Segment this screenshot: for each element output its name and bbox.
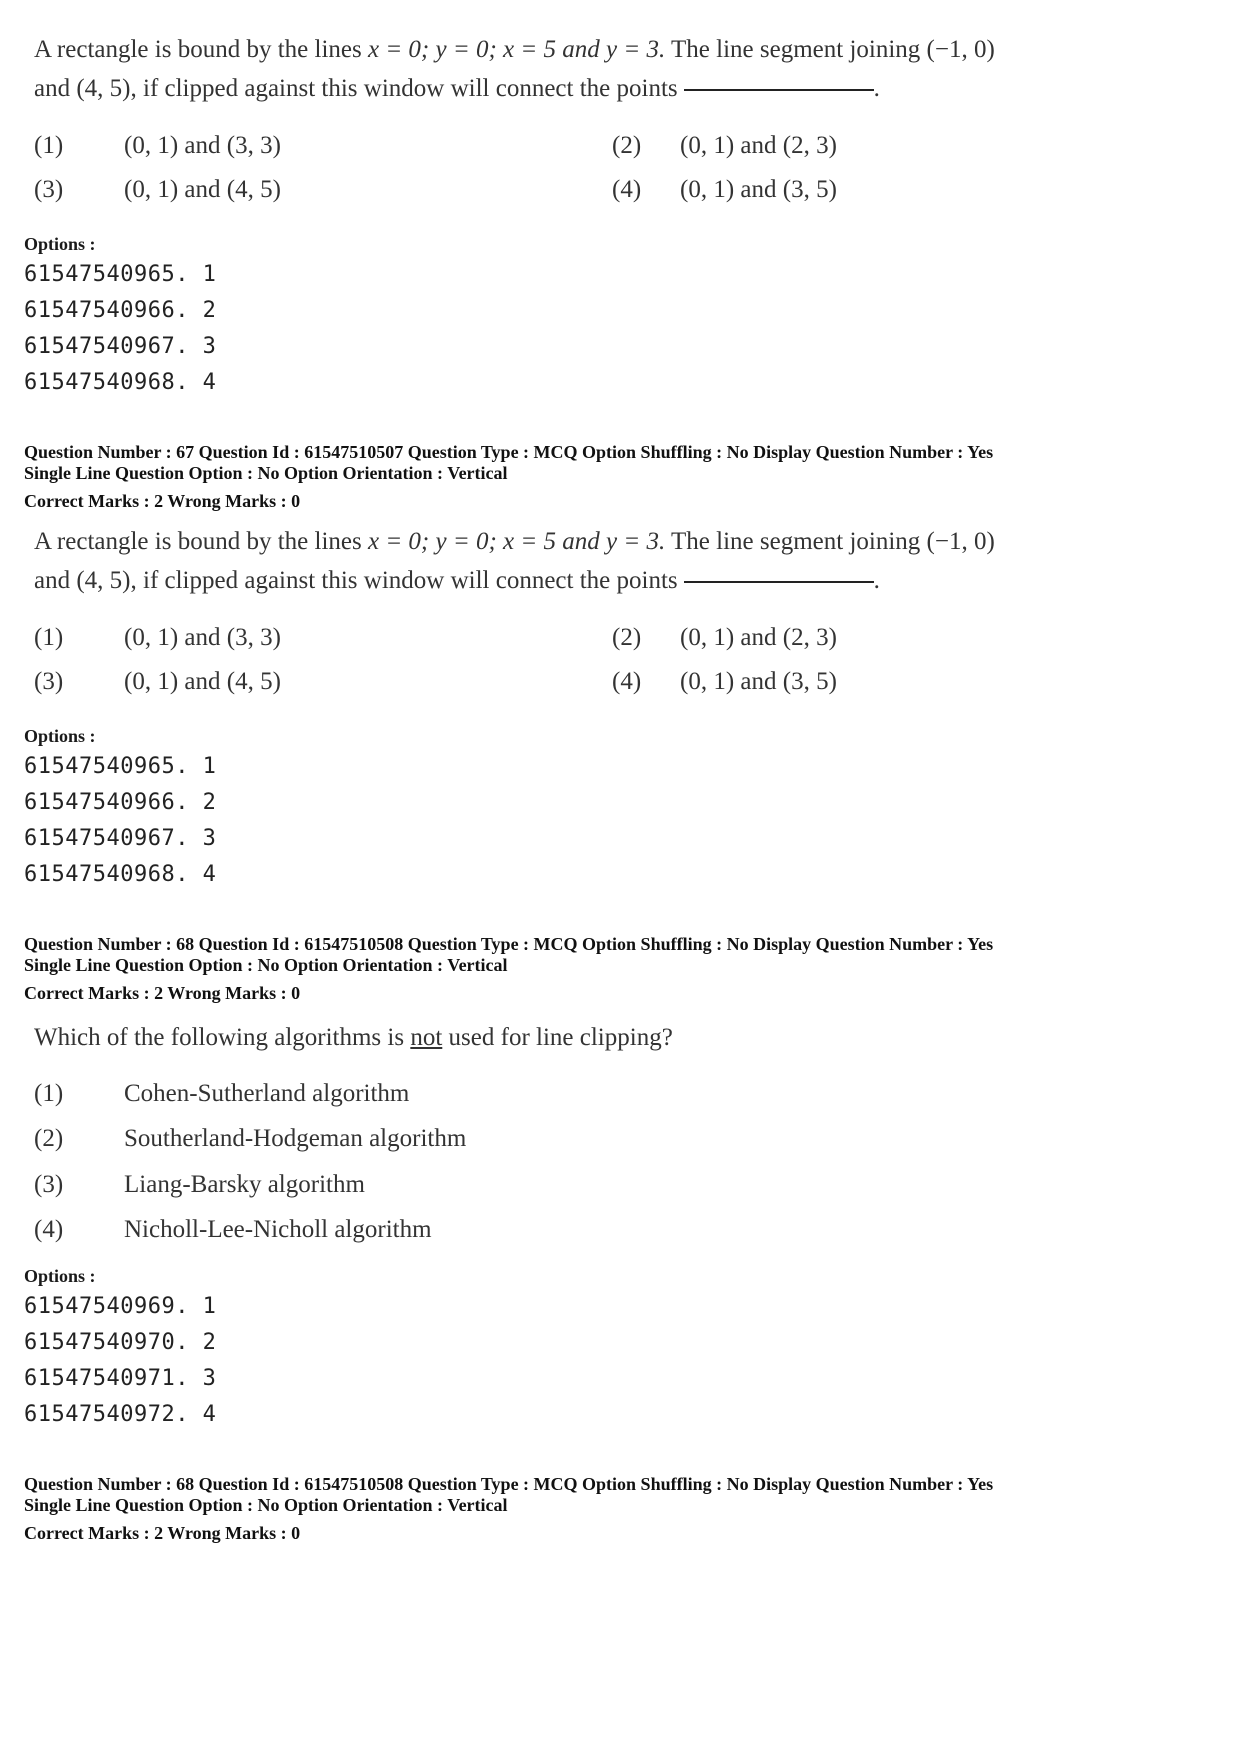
question-marks: Correct Marks : 2 Wrong Marks : 0 <box>24 983 301 1003</box>
choice-2: (2) (0, 1) and (2, 3) <box>612 132 837 159</box>
option-id: 61547540968. 4 <box>24 370 217 395</box>
choice-3: (3) (0, 1) and (4, 5) <box>34 668 281 695</box>
option-id: 61547540968. 4 <box>24 862 217 887</box>
options-label: Options : <box>24 234 96 254</box>
question-marks: Correct Marks : 2 Wrong Marks : 0 <box>24 1523 301 1543</box>
question-text: A rectangle is bound by the lines x = 0;… <box>34 36 995 102</box>
option-id: 61547540972. 4 <box>24 1402 217 1427</box>
choice-2: (2) Southerland-Hodgeman algorithm <box>34 1125 467 1152</box>
choice-3: (3) Liang-Barsky algorithm <box>34 1171 365 1198</box>
option-id: 61547540969. 1 <box>24 1294 217 1319</box>
choice-4: (4) (0, 1) and (3, 5) <box>612 668 837 695</box>
question-marks: Correct Marks : 2 Wrong Marks : 0 <box>24 491 301 511</box>
option-id: 61547540966. 2 <box>24 298 217 323</box>
question-meta-line2: Single Line Question Option : No Option … <box>24 463 508 483</box>
question-meta-line1: Question Number : 67 Question Id : 61547… <box>24 442 994 462</box>
question-meta-line1: Question Number : 68 Question Id : 61547… <box>24 1474 994 1494</box>
question-text: Which of the following algorithms is not… <box>34 1024 673 1051</box>
options-label: Options : <box>24 726 96 746</box>
choice-4: (4) (0, 1) and (3, 5) <box>612 176 837 203</box>
question-text: A rectangle is bound by the lines x = 0;… <box>34 528 995 594</box>
choice-1: (1) Cohen-Sutherland algorithm <box>34 1080 410 1107</box>
options-label: Options : <box>24 1266 96 1286</box>
answer-blank <box>683 89 874 92</box>
choice-3: (3) (0, 1) and (4, 5) <box>34 176 281 203</box>
option-id: 61547540966. 2 <box>24 790 217 815</box>
choice-4: (4) Nicholl-Lee-Nicholl algorithm <box>34 1216 432 1243</box>
option-id: 61547540965. 1 <box>24 262 217 287</box>
option-id: 61547540965. 1 <box>24 754 217 779</box>
choice-1: (1) (0, 1) and (3, 3) <box>34 132 281 159</box>
answer-blank <box>683 581 874 584</box>
option-id: 61547540970. 2 <box>24 1330 217 1355</box>
question-meta-line2: Single Line Question Option : No Option … <box>24 955 508 975</box>
choice-2: (2) (0, 1) and (2, 3) <box>612 624 837 651</box>
question-meta-line1: Question Number : 68 Question Id : 61547… <box>24 934 994 954</box>
option-id: 61547540971. 3 <box>24 1366 217 1391</box>
option-id: 61547540967. 3 <box>24 334 217 359</box>
option-id: 61547540967. 3 <box>24 826 217 851</box>
choice-1: (1) (0, 1) and (3, 3) <box>34 624 281 651</box>
question-meta-line2: Single Line Question Option : No Option … <box>24 1495 508 1515</box>
